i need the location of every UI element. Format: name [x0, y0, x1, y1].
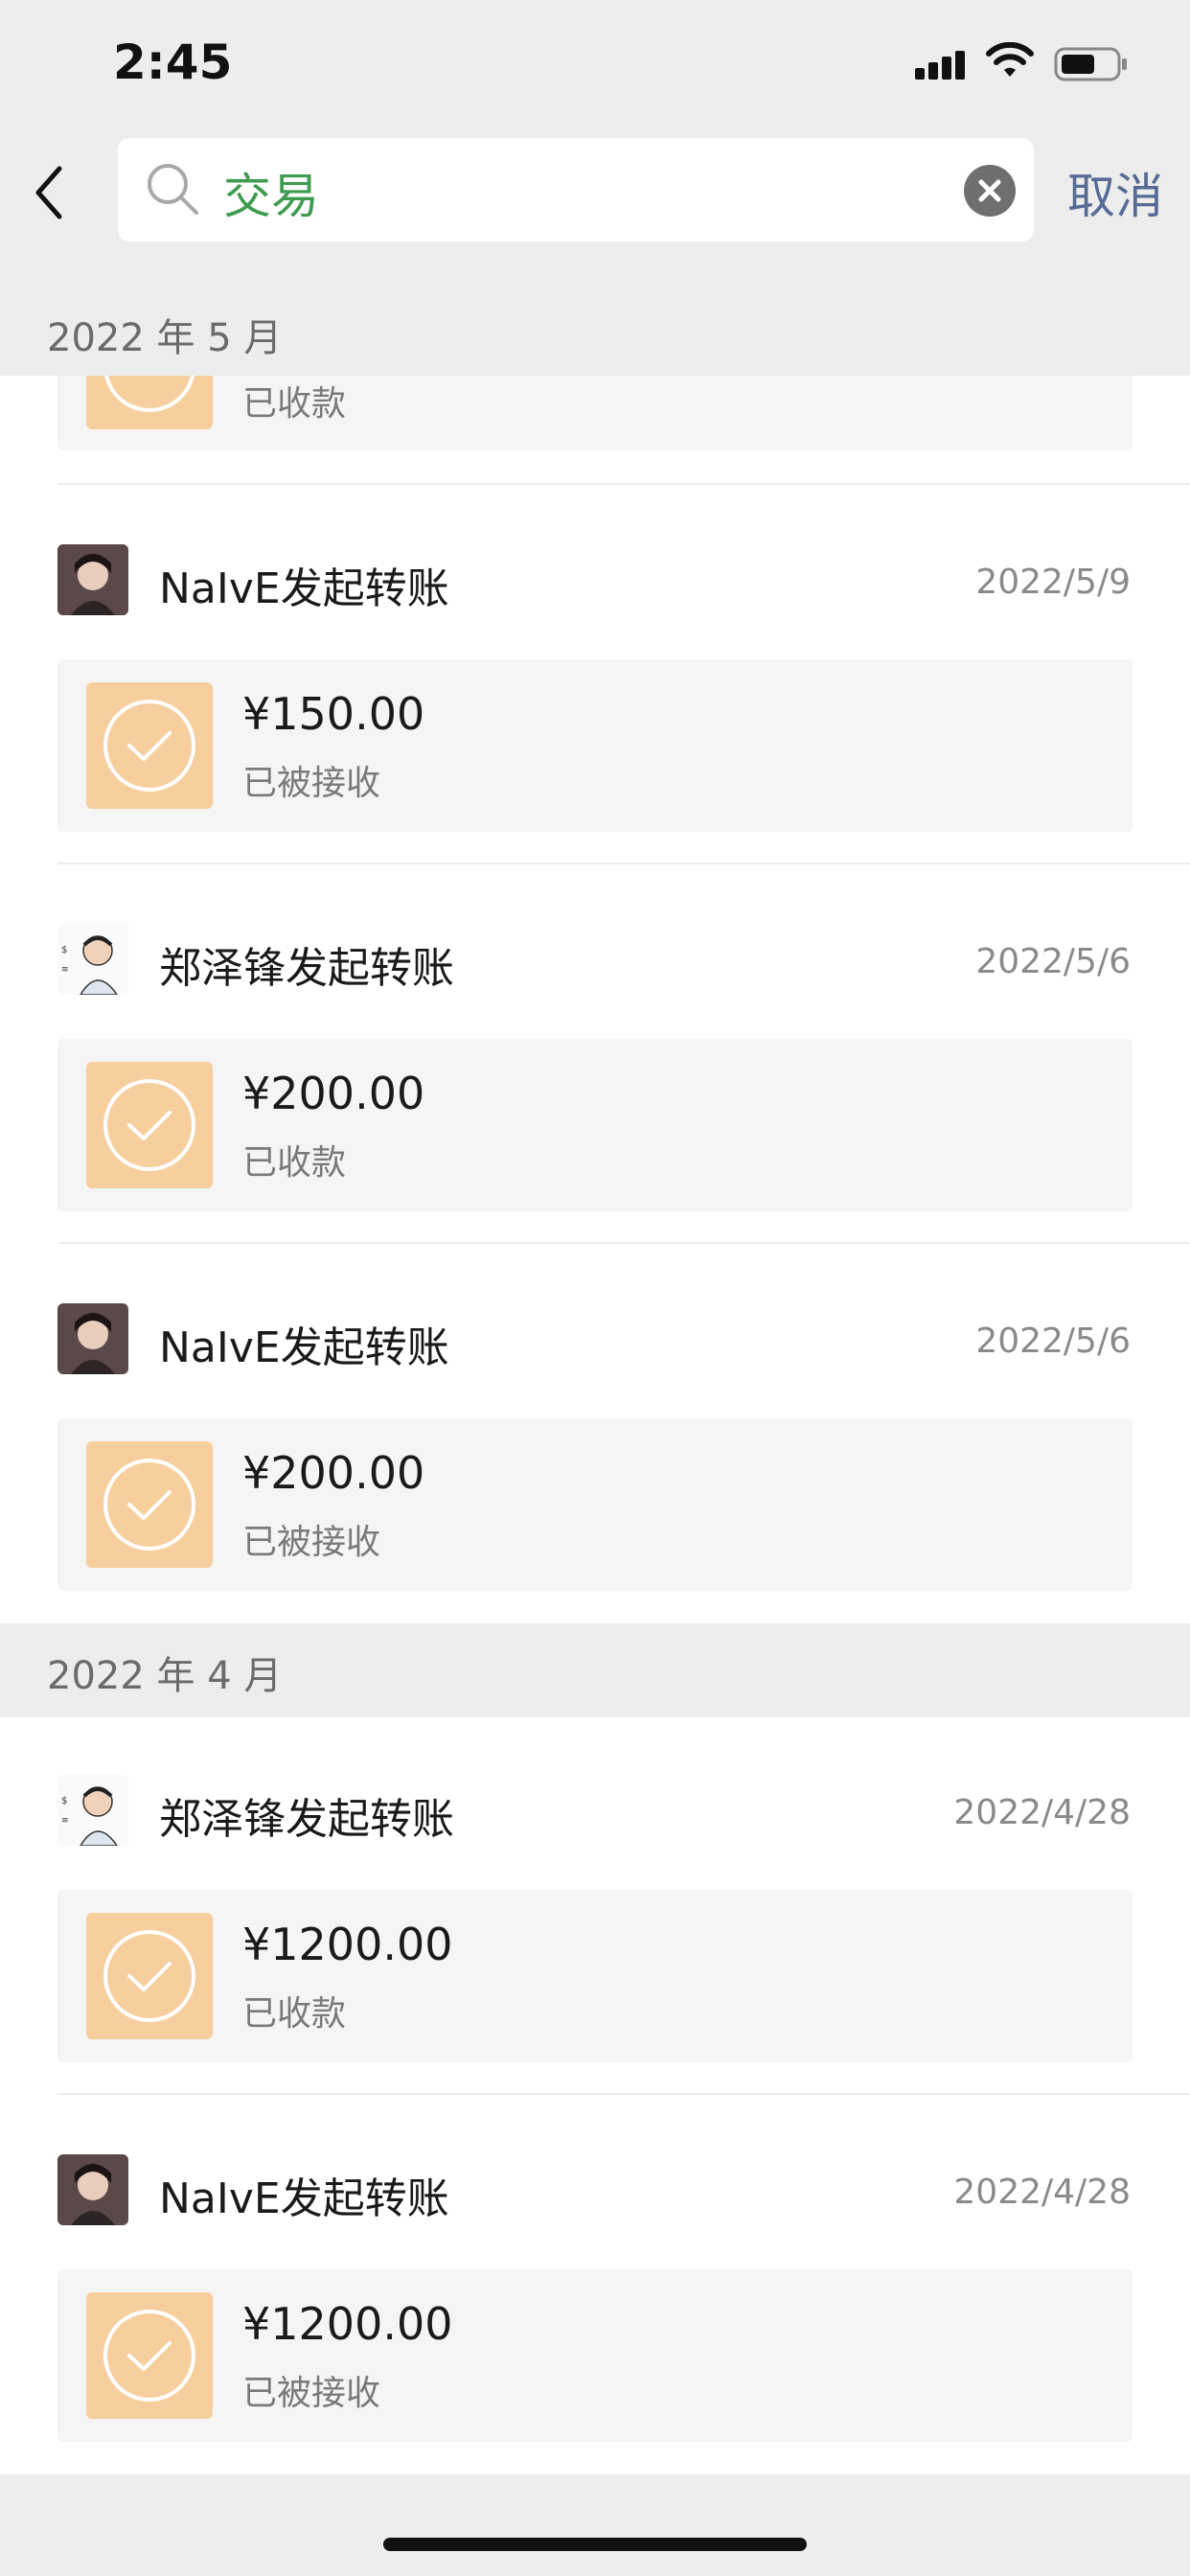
- transaction-amount: ¥200.00: [242, 1447, 425, 1499]
- battery-icon: [1054, 47, 1127, 81]
- svg-text:≡: ≡: [61, 1816, 69, 1826]
- transaction-status: 已收款: [242, 1994, 347, 2034]
- svg-text:$: $: [61, 1796, 67, 1806]
- avatar[interactable]: $ ≡: [57, 924, 128, 995]
- cancel-button[interactable]: 取消: [1067, 158, 1163, 227]
- search-query[interactable]: 交易: [223, 158, 319, 227]
- divider: [57, 862, 1190, 864]
- transfer-check-icon: [86, 1441, 213, 1568]
- transaction-date: 2022/4/28: [953, 2173, 1131, 2212]
- transaction-status: 已被接收: [242, 2374, 381, 2413]
- transaction-date: 2022/4/28: [953, 1793, 1131, 1832]
- cellular-signal-icon: [915, 51, 965, 80]
- transfer-check-icon: [86, 2292, 213, 2419]
- search-icon: [148, 164, 198, 215]
- transaction-status: 已收款: [242, 1143, 347, 1183]
- month-label: 2022 年 5 月: [47, 316, 283, 360]
- transaction-title: NaIvE发起转账: [159, 564, 449, 613]
- transaction-amount: ¥1200.00: [242, 2298, 453, 2350]
- transaction-status: 已被接收: [242, 764, 381, 803]
- month-header: 2022 年 4 月: [0, 1623, 1190, 1717]
- avatar[interactable]: [57, 544, 128, 615]
- transaction-card[interactable]: [57, 1418, 1133, 1591]
- transfer-check-icon: [86, 1062, 213, 1188]
- transaction-amount: ¥200.00: [242, 1068, 425, 1119]
- transfer-check-icon: [86, 1913, 213, 2039]
- transaction-title: NaIvE发起转账: [159, 1323, 449, 1372]
- wifi-icon: [986, 42, 1034, 77]
- transaction-status: 已被接收: [242, 1523, 381, 1562]
- month-header: 2022 年 5 月: [0, 288, 1190, 376]
- status-time: 2:45: [113, 34, 233, 90]
- close-icon: [978, 179, 1001, 202]
- transaction-date: 2022/5/9: [975, 563, 1131, 602]
- divider: [57, 483, 1190, 485]
- transaction-card[interactable]: [57, 1039, 1133, 1211]
- avatar[interactable]: [57, 2154, 128, 2225]
- transaction-amount: ¥1200.00: [242, 1919, 453, 1970]
- transaction-card[interactable]: [57, 1890, 1133, 2062]
- back-arrow-icon[interactable]: [25, 159, 73, 226]
- transaction-date: 2022/5/6: [975, 1322, 1131, 1361]
- transaction-date: 2022/5/6: [975, 942, 1131, 981]
- month-label: 2022 年 4 月: [47, 1654, 283, 1698]
- transaction-card[interactable]: [57, 659, 1133, 832]
- clear-search-button[interactable]: [964, 165, 1016, 217]
- transaction-title: 郑泽锋发起转账: [159, 1795, 454, 1844]
- transaction-amount: ¥150.00: [242, 688, 425, 740]
- transaction-status: 已收款: [242, 384, 347, 424]
- avatar[interactable]: [57, 1303, 128, 1374]
- svg-text:$: $: [61, 945, 67, 955]
- avatar[interactable]: $ ≡: [57, 1775, 128, 1846]
- transaction-title: 郑泽锋发起转账: [159, 944, 454, 993]
- transaction-card[interactable]: [57, 2269, 1133, 2442]
- divider: [57, 2093, 1190, 2095]
- transfer-icon: [86, 376, 213, 429]
- transaction-card[interactable]: [57, 376, 1133, 450]
- transaction-title: NaIvE发起转账: [159, 2174, 449, 2223]
- svg-text:≡: ≡: [61, 965, 69, 975]
- divider: [57, 1242, 1190, 1244]
- home-indicator[interactable]: [383, 2538, 807, 2551]
- transfer-check-icon: [86, 682, 213, 809]
